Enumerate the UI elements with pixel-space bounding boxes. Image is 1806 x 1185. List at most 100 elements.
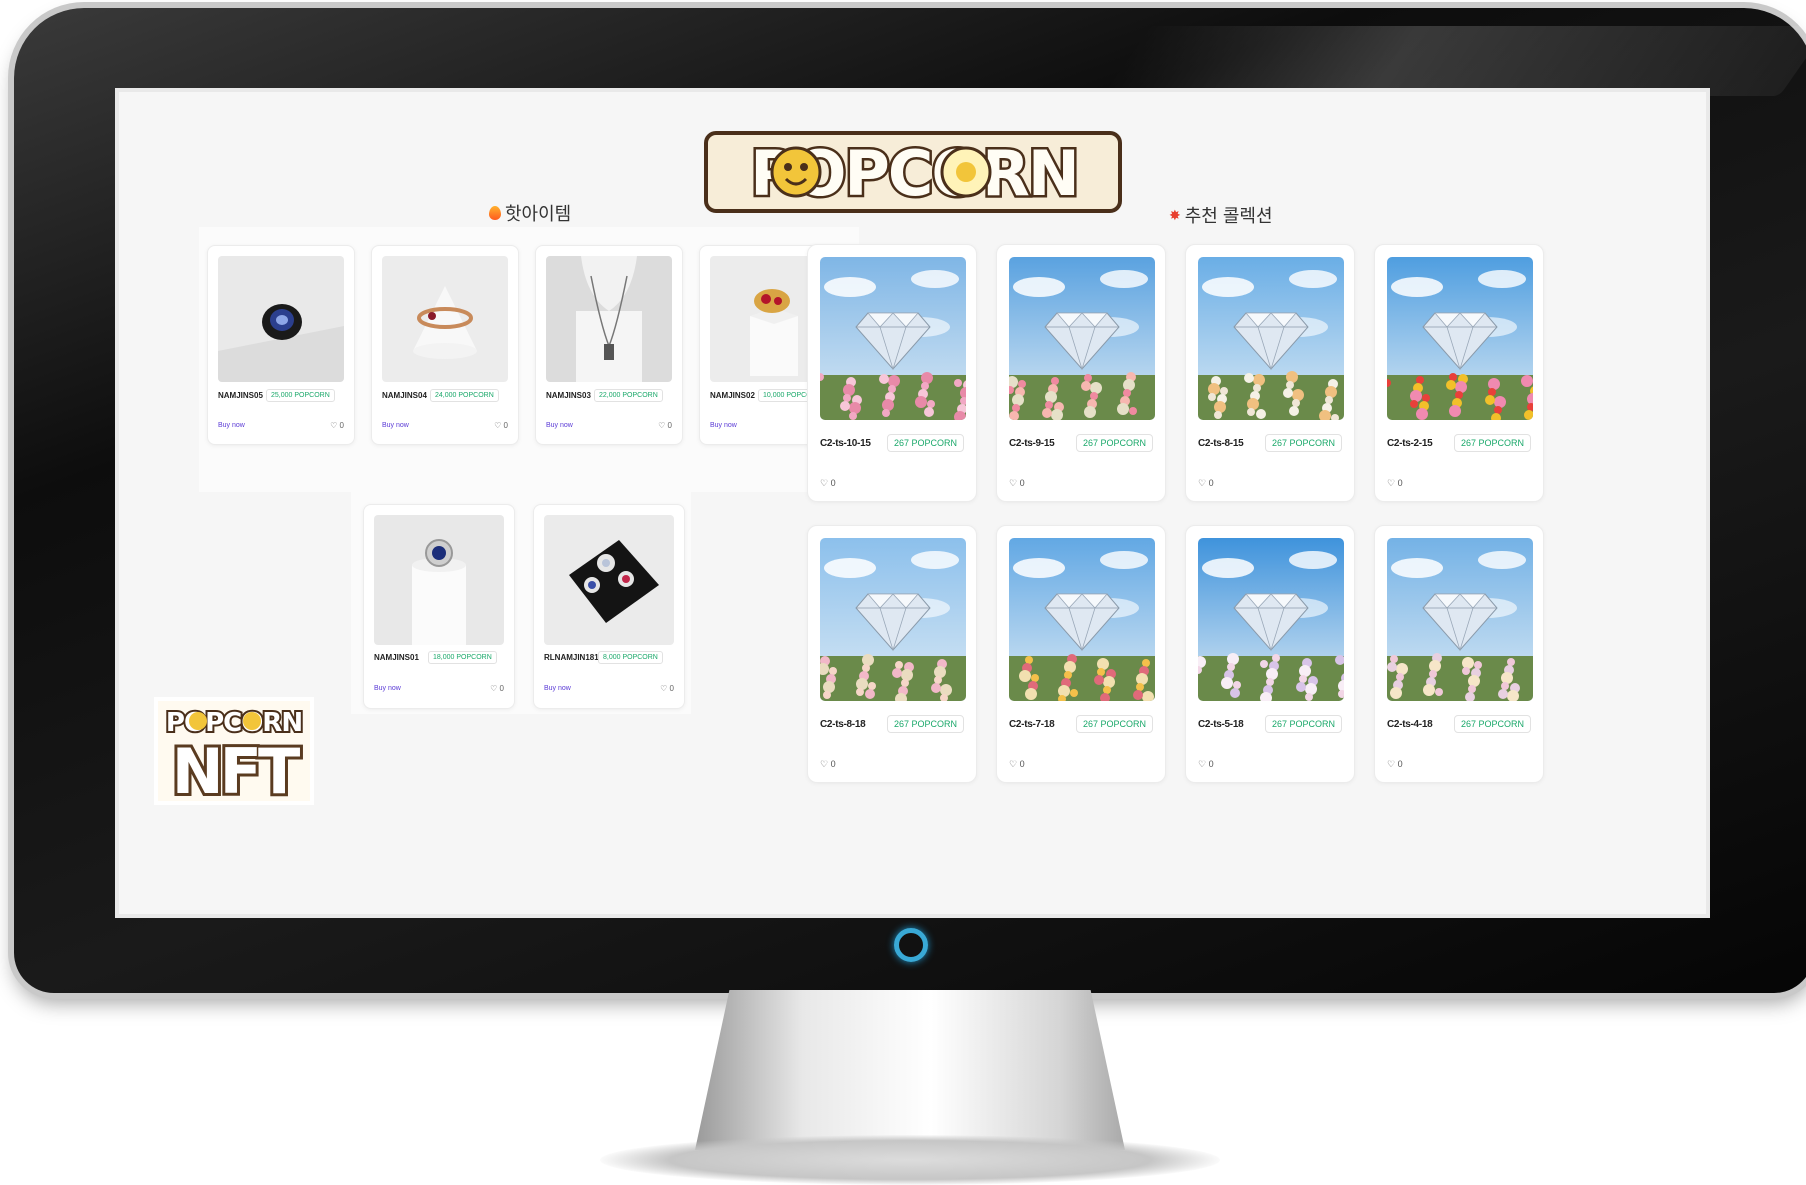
item-price: 25,000 POPCORN: [266, 389, 335, 402]
collection-card[interactable]: C2-ts-10-15 267 POPCORN ♡ 0: [807, 244, 977, 502]
diamond-image[interactable]: [1198, 257, 1344, 420]
collection-card[interactable]: C2-ts-7-18 267 POPCORN ♡ 0: [996, 525, 1166, 783]
ring-gold-image[interactable]: [382, 256, 508, 382]
buy-now-link[interactable]: Buy now: [544, 685, 571, 692]
hot-item-card[interactable]: RLNAMJIN181 8,000 POPCORN Buy now ♡ 0: [533, 504, 685, 709]
item-name: NAMJINS01: [374, 653, 419, 662]
collection-price: 267 POPCORN: [1264, 434, 1342, 452]
svg-text:POPCORN: POPCORN: [166, 708, 302, 738]
like-count: 0: [1019, 759, 1025, 769]
diamond-image[interactable]: [1387, 538, 1533, 701]
buy-now-link[interactable]: Buy now: [710, 422, 737, 429]
screen: POPCORN 핫아이템 NAMJINS05 25,000 POPCORN Bu…: [115, 88, 1710, 918]
collection-name: C2-ts-2-15: [1387, 438, 1433, 449]
collection-price: 267 POPCORN: [1075, 715, 1153, 733]
item-name: NAMJINS05: [218, 391, 263, 400]
like-count: 0: [669, 684, 674, 693]
like-button[interactable]: ♡ 0: [1198, 478, 1214, 489]
monitor-foot: [600, 1135, 1220, 1185]
like-button[interactable]: ♡ 0: [1198, 759, 1214, 770]
buy-now-link[interactable]: Buy now: [546, 422, 573, 429]
collection-name: C2-ts-5-18: [1198, 719, 1244, 730]
hot-item-card[interactable]: NAMJINS05 25,000 POPCORN Buy now ♡ 0: [207, 245, 355, 445]
like-button[interactable]: ♡ 0: [658, 421, 672, 430]
heart-icon: ♡: [1198, 478, 1207, 488]
like-button[interactable]: ♡ 0: [490, 684, 504, 693]
item-price: 22,000 POPCORN: [594, 389, 663, 402]
earrings-image[interactable]: [544, 515, 674, 645]
item-price: 24,000 POPCORN: [430, 389, 499, 402]
svg-text:NFT: NFT: [172, 735, 300, 805]
like-count: 0: [1397, 759, 1403, 769]
bezel-shine: [1099, 26, 1806, 96]
heart-icon: ♡: [820, 478, 829, 488]
power-button-icon[interactable]: [894, 928, 928, 962]
diamond-image[interactable]: [820, 257, 966, 420]
collection-card[interactable]: C2-ts-9-15 267 POPCORN ♡ 0: [996, 244, 1166, 502]
like-count: 0: [830, 478, 836, 488]
collection-card[interactable]: C2-ts-5-18 267 POPCORN ♡ 0: [1185, 525, 1355, 783]
like-button[interactable]: ♡ 0: [820, 478, 836, 489]
like-button[interactable]: ♡ 0: [1009, 759, 1025, 770]
like-count: 0: [667, 421, 672, 430]
heart-icon: ♡: [820, 759, 829, 769]
buy-now-link[interactable]: Buy now: [218, 422, 245, 429]
like-button[interactable]: ♡ 0: [820, 759, 836, 770]
diamond-image[interactable]: [820, 538, 966, 701]
fire-icon: [489, 206, 501, 220]
diamond-image[interactable]: [1198, 538, 1344, 701]
collection-price: 267 POPCORN: [1453, 715, 1531, 733]
collection-name: C2-ts-9-15: [1009, 438, 1055, 449]
diamond-image[interactable]: [1009, 257, 1155, 420]
collection-card[interactable]: C2-ts-2-15 267 POPCORN ♡ 0: [1374, 244, 1544, 502]
collection-price: 267 POPCORN: [886, 434, 964, 452]
collection-name: C2-ts-10-15: [820, 438, 871, 449]
diamond-image[interactable]: [1009, 538, 1155, 701]
heart-icon: ♡: [1387, 478, 1396, 488]
hot-item-card[interactable]: NAMJINS01 18,000 POPCORN Buy now ♡ 0: [363, 504, 515, 709]
like-button[interactable]: ♡ 0: [1387, 478, 1403, 489]
heart-icon: ♡: [330, 421, 338, 430]
collection-card[interactable]: C2-ts-8-15 267 POPCORN ♡ 0: [1185, 244, 1355, 502]
like-count: 0: [1208, 759, 1214, 769]
hot-items-title-text: 핫아이템: [505, 204, 572, 224]
heart-icon: ♡: [658, 421, 666, 430]
collections-title-text: 추천 콜렉션: [1184, 206, 1273, 226]
ring-black-image[interactable]: [218, 256, 344, 382]
like-button[interactable]: ♡ 0: [1009, 478, 1025, 489]
collection-name: C2-ts-8-15: [1198, 438, 1244, 449]
hot-items-title: 핫아이템: [489, 200, 571, 226]
like-count: 0: [499, 684, 504, 693]
buy-now-link[interactable]: Buy now: [374, 685, 401, 692]
item-price: 18,000 POPCORN: [428, 651, 497, 664]
like-button[interactable]: ♡ 0: [660, 684, 674, 693]
heart-icon: ♡: [490, 684, 498, 693]
collection-card[interactable]: C2-ts-8-18 267 POPCORN ♡ 0: [807, 525, 977, 783]
like-count: 0: [1397, 478, 1403, 488]
like-count: 0: [830, 759, 836, 769]
monitor-neck: [695, 990, 1125, 1150]
hot-item-card[interactable]: NAMJINS04 24,000 POPCORN Buy now ♡ 0: [371, 245, 519, 445]
necklace-image[interactable]: [546, 256, 672, 382]
popcorn-logo[interactable]: POPCORN: [704, 127, 1124, 217]
item-name: NAMJINS04: [382, 391, 427, 400]
like-count: 0: [1208, 478, 1214, 488]
ring-sapphire-image[interactable]: [374, 515, 504, 645]
collection-price: 267 POPCORN: [886, 715, 964, 733]
hot-item-card[interactable]: NAMJINS03 22,000 POPCORN Buy now ♡ 0: [535, 245, 683, 445]
collection-name: C2-ts-7-18: [1009, 719, 1055, 730]
buy-now-link[interactable]: Buy now: [382, 422, 409, 429]
item-price: 8,000 POPCORN: [598, 651, 663, 664]
diamond-image[interactable]: [1387, 257, 1533, 420]
stage: POPCORN 핫아이템 NAMJINS05 25,000 POPCORN Bu…: [0, 0, 1806, 1185]
collection-name: C2-ts-4-18: [1387, 719, 1433, 730]
like-button[interactable]: ♡ 0: [494, 421, 508, 430]
heart-icon: ♡: [1009, 759, 1018, 769]
like-button[interactable]: ♡ 0: [330, 421, 344, 430]
collection-card[interactable]: C2-ts-4-18 267 POPCORN ♡ 0: [1374, 525, 1544, 783]
collection-price: 267 POPCORN: [1264, 715, 1342, 733]
collection-price: 267 POPCORN: [1075, 434, 1153, 452]
item-name: NAMJINS03: [546, 391, 591, 400]
popcorn-nft-logo[interactable]: POPCORN NFT: [154, 697, 314, 811]
like-button[interactable]: ♡ 0: [1387, 759, 1403, 770]
